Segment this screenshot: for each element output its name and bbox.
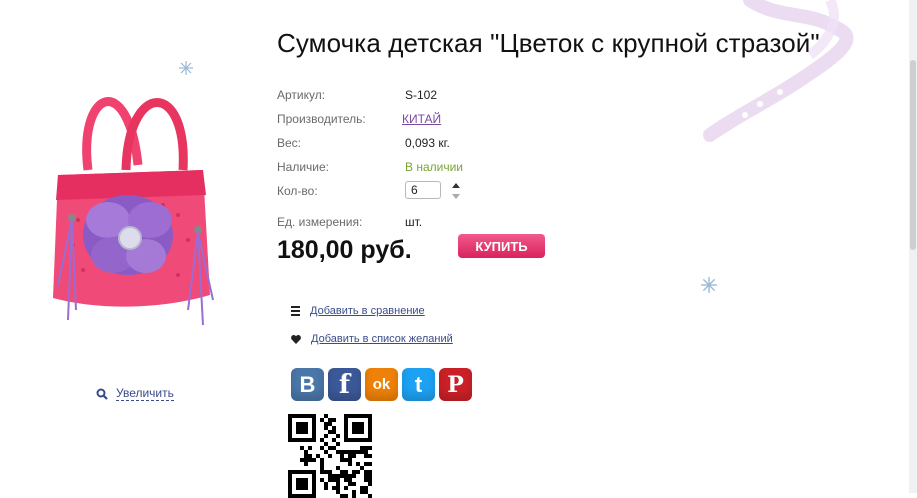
spec-label: Вес: bbox=[277, 136, 302, 150]
scrollbar[interactable] bbox=[909, 0, 917, 493]
product-title: Сумочка детская "Цветок с крупной стразо… bbox=[277, 28, 820, 58]
heart-icon bbox=[291, 334, 301, 344]
buy-button[interactable]: КУПИТЬ bbox=[458, 234, 545, 258]
stepper-down-icon bbox=[452, 194, 460, 199]
stepper-up-icon bbox=[452, 183, 460, 188]
ribbon-decoration bbox=[703, 0, 854, 142]
spec-label: Ед. измерения: bbox=[277, 215, 363, 229]
spec-label: Артикул: bbox=[277, 88, 326, 102]
vk-icon[interactable]: В bbox=[291, 368, 324, 401]
quantity-input[interactable] bbox=[405, 181, 441, 199]
manufacturer-link[interactable]: КИТАЙ bbox=[402, 112, 441, 126]
spec-value: S-102 bbox=[405, 88, 438, 102]
odnoklassniki-icon[interactable]: ok bbox=[365, 368, 398, 401]
availability-status: В наличии bbox=[405, 160, 464, 174]
zoom-link[interactable]: Увеличить bbox=[96, 386, 174, 401]
zoom-label[interactable]: Увеличить bbox=[116, 386, 174, 401]
product-price: 180,00 руб. bbox=[277, 236, 412, 264]
add-to-compare[interactable]: Добавить в сравнение bbox=[291, 305, 425, 317]
wishlist-label[interactable]: Добавить в список желаний bbox=[311, 333, 453, 345]
product-image[interactable] bbox=[28, 70, 228, 330]
spec-availability: Наличие: В наличии bbox=[277, 160, 537, 178]
facebook-icon[interactable]: f bbox=[328, 368, 361, 401]
quantity-stepper[interactable] bbox=[451, 180, 461, 202]
social-share: В f ok t P bbox=[291, 368, 472, 401]
spec-value: шт. bbox=[405, 215, 423, 229]
spec-manufacturer: Производитель: КИТАЙ bbox=[277, 112, 537, 130]
twitter-icon[interactable]: t bbox=[402, 368, 435, 401]
spec-unit: Ед. измерения: шт. bbox=[277, 215, 537, 233]
spec-label: Кол-во: bbox=[277, 184, 318, 198]
spec-label: Производитель: bbox=[277, 112, 366, 126]
compare-label[interactable]: Добавить в сравнение bbox=[310, 305, 425, 317]
pinterest-icon[interactable]: P bbox=[439, 368, 472, 401]
spec-quantity: Кол-во: bbox=[277, 181, 537, 202]
magnifier-icon bbox=[96, 388, 108, 400]
add-to-wishlist[interactable]: Добавить в список желаний bbox=[291, 333, 453, 345]
spec-weight: Вес: 0,093 кг. bbox=[277, 136, 537, 154]
qr-code bbox=[288, 414, 372, 498]
spec-value: 0,093 кг. bbox=[405, 136, 450, 150]
scrollbar-thumb[interactable] bbox=[910, 60, 916, 250]
snowflake-icon bbox=[701, 277, 717, 293]
spec-article: Артикул: S-102 bbox=[277, 88, 537, 106]
spec-label: Наличие: bbox=[277, 160, 330, 174]
compare-icon bbox=[291, 306, 300, 316]
